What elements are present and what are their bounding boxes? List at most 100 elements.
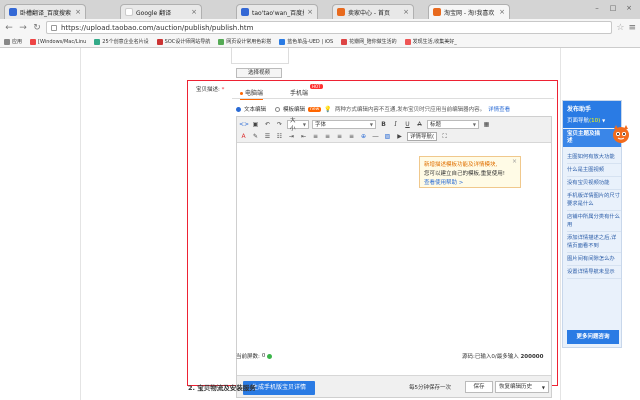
align-right-icon[interactable]: ≡ bbox=[335, 132, 344, 141]
save-icon[interactable]: ▣ bbox=[251, 120, 260, 129]
close-icon[interactable]: × bbox=[191, 8, 197, 16]
star-icon[interactable]: ☆ bbox=[616, 23, 624, 33]
faq-item[interactable]: 添加详情描述之后,详情页面看不到 bbox=[567, 232, 621, 253]
tooltip-help-link[interactable]: 查看使用帮助 > bbox=[424, 178, 516, 186]
browser-tab[interactable]: Google 翻译 × bbox=[120, 4, 202, 19]
source-code-icon[interactable]: <> bbox=[239, 120, 249, 129]
tab-underline bbox=[232, 98, 554, 99]
browser-tab[interactable]: 卖家中心 - 首页 × bbox=[332, 4, 414, 19]
ordered-list-icon[interactable]: ☰ bbox=[263, 132, 272, 141]
align-left-icon[interactable]: ≡ bbox=[311, 132, 320, 141]
faq-item[interactable]: 图片间有间隙怎么办 bbox=[567, 253, 621, 266]
faq-item[interactable]: 没有宝贝视频功能 bbox=[567, 177, 621, 190]
font-size-select[interactable]: 大小 ▼ bbox=[287, 118, 309, 132]
close-icon[interactable]: × bbox=[512, 158, 517, 165]
bookmark-icon bbox=[341, 38, 348, 45]
bold-icon[interactable]: B bbox=[379, 120, 388, 129]
link-icon[interactable]: ⊕ bbox=[359, 132, 368, 141]
bookmark-label: 花瓣网_陪你做生活的 bbox=[349, 39, 397, 45]
toolbar-row: <> ▣ ↶ ↷ 大小 ▼ 字体 ▼ B I U A 标题 ▼ ▦ bbox=[239, 118, 491, 132]
editor-toolbar: <> ▣ ↶ ↷ 大小 ▼ 字体 ▼ B I U A 标题 ▼ ▦ A ✎ ☰ ☷ ⇥… bbox=[237, 117, 551, 143]
heading-select[interactable]: 标题 ▼ bbox=[427, 120, 479, 129]
align-justify-icon[interactable]: ≡ bbox=[347, 132, 356, 141]
bookmark-item[interactable]: [Windows/Mac/Linu bbox=[30, 38, 86, 45]
maximize-icon[interactable]: □ bbox=[606, 3, 620, 13]
close-icon[interactable]: × bbox=[75, 8, 81, 16]
more-questions-button[interactable]: 更多问题咨询 bbox=[567, 330, 619, 344]
font-family-select[interactable]: 字体 ▼ bbox=[312, 120, 376, 129]
details-link[interactable]: 详情查看 bbox=[488, 105, 510, 113]
reload-icon[interactable]: ↻ bbox=[32, 23, 42, 33]
window-controls: – □ × bbox=[590, 3, 636, 13]
close-window-icon[interactable]: × bbox=[622, 3, 636, 13]
faq-item[interactable]: 手机版详情图片的尺寸要求是什么 bbox=[567, 190, 621, 211]
close-icon[interactable]: × bbox=[403, 8, 409, 16]
align-center-icon[interactable]: ≡ bbox=[323, 132, 332, 141]
back-icon[interactable]: ← bbox=[4, 23, 14, 33]
italic-icon[interactable]: I bbox=[391, 120, 400, 129]
close-icon[interactable]: × bbox=[499, 8, 505, 16]
bookmark-item[interactable]: 发现生活,收集美好_ bbox=[404, 38, 457, 45]
tooltip-line: 新增描述模板功能及详情模块, bbox=[424, 162, 498, 168]
outdent-icon[interactable]: ⇤ bbox=[299, 132, 308, 141]
indent-icon[interactable]: ⇥ bbox=[287, 132, 296, 141]
underline-icon[interactable]: U bbox=[403, 120, 412, 129]
browser-toolbar: ← → ↻ https://upload.taobao.com/auction/… bbox=[0, 19, 640, 36]
google-icon bbox=[125, 8, 133, 16]
save-button[interactable]: 保存 bbox=[465, 381, 493, 393]
forward-icon[interactable]: → bbox=[18, 23, 28, 33]
browser-tab[interactable]: tao'tao'wan_百度搜索 × bbox=[236, 4, 318, 19]
bookmark-item[interactable]: SOC设计师网站导航 bbox=[156, 38, 210, 45]
address-bar[interactable]: https://upload.taobao.com/auction/publis… bbox=[46, 21, 613, 34]
redo-icon[interactable]: ↷ bbox=[275, 120, 284, 129]
helper-faq-list: 主图如何有放大功能 什么是主图视频 没有宝贝视频功能 手机版详情图片的尺寸要求是… bbox=[567, 151, 621, 279]
bookmark-item[interactable]: 25个创意企业名片设 bbox=[94, 38, 149, 45]
browser-tab-label: 卧槽翻译_百度搜索 bbox=[20, 9, 72, 17]
page-nav-select[interactable]: 页面导航(10) ▼ bbox=[567, 116, 605, 124]
faq-item[interactable]: 设置详情导航未显示 bbox=[567, 266, 621, 279]
choose-video-button[interactable]: 选择视频 bbox=[236, 68, 282, 78]
lightbulb-icon: 💡 bbox=[324, 105, 332, 113]
minimize-icon[interactable]: – bbox=[590, 3, 604, 13]
autosave-note: 每5分钟保存一次 bbox=[409, 385, 451, 391]
radio-template-edit[interactable] bbox=[275, 106, 281, 112]
bookmark-item[interactable]: 蓝色单品-UED | iOS bbox=[279, 38, 333, 45]
faq-item[interactable]: 什么是主图视频 bbox=[567, 164, 621, 177]
bookmark-item[interactable]: 应用 bbox=[4, 38, 22, 45]
horizontal-rule-icon[interactable]: ― bbox=[371, 132, 380, 141]
table-icon[interactable]: ▦ bbox=[482, 120, 491, 129]
font-color-icon[interactable]: A bbox=[239, 132, 248, 141]
lock-icon bbox=[51, 24, 57, 31]
detail-nav-button[interactable]: 详情导航( bbox=[407, 132, 438, 141]
radio-text-edit[interactable] bbox=[236, 106, 241, 112]
new-badge: new bbox=[308, 106, 322, 112]
restore-history-select[interactable]: 恢复编辑历史 ▼ bbox=[495, 381, 549, 393]
video-preview-box bbox=[231, 48, 289, 64]
fullscreen-icon[interactable]: ⛶ bbox=[440, 132, 449, 141]
bookmarks-bar: 应用 [Windows/Mac/Linu 25个创意企业名片设 SOC设计师网站… bbox=[0, 36, 640, 48]
required-mark: * bbox=[221, 87, 225, 93]
menu-icon[interactable]: ≡ bbox=[628, 23, 636, 33]
video-icon[interactable]: ▶ bbox=[395, 132, 404, 141]
browser-tab-active[interactable]: 淘宝网 - 淘!我喜欢 × bbox=[428, 4, 510, 19]
bookmark-label: 蓝色单品-UED | iOS bbox=[287, 39, 334, 45]
baidu-paw-icon bbox=[9, 8, 17, 16]
highlight-icon[interactable]: ✎ bbox=[251, 132, 260, 141]
description-label-text: 宝贝描述: bbox=[196, 87, 220, 93]
tab-mobile[interactable]: 手机端 bbox=[290, 88, 308, 97]
unordered-list-icon[interactable]: ☷ bbox=[275, 132, 284, 141]
bookmark-icon bbox=[156, 38, 163, 45]
bookmark-item[interactable]: 花瓣网_陪你做生活的 bbox=[341, 38, 397, 45]
close-icon[interactable]: × bbox=[307, 8, 313, 16]
bookmark-icon bbox=[30, 38, 37, 45]
faq-item[interactable]: 店铺中所属分类有什么用 bbox=[567, 211, 621, 232]
bookmark-item[interactable]: 网页设计常用色彩搭 bbox=[218, 38, 271, 45]
bookmark-label: 25个创意企业名片设 bbox=[102, 39, 149, 45]
strikethrough-icon[interactable]: A bbox=[415, 120, 424, 129]
browser-tab-bar: 卧槽翻译_百度搜索 × Google 翻译 × tao'tao'wan_百度搜索… bbox=[0, 0, 640, 19]
image-icon[interactable]: ▨ bbox=[383, 132, 392, 141]
browser-tab[interactable]: 卧槽翻译_百度搜索 × bbox=[4, 4, 86, 19]
browser-tab-label: Google 翻译 bbox=[136, 9, 172, 17]
faq-item[interactable]: 主图如何有放大功能 bbox=[567, 151, 621, 164]
undo-icon[interactable]: ↶ bbox=[263, 120, 272, 129]
